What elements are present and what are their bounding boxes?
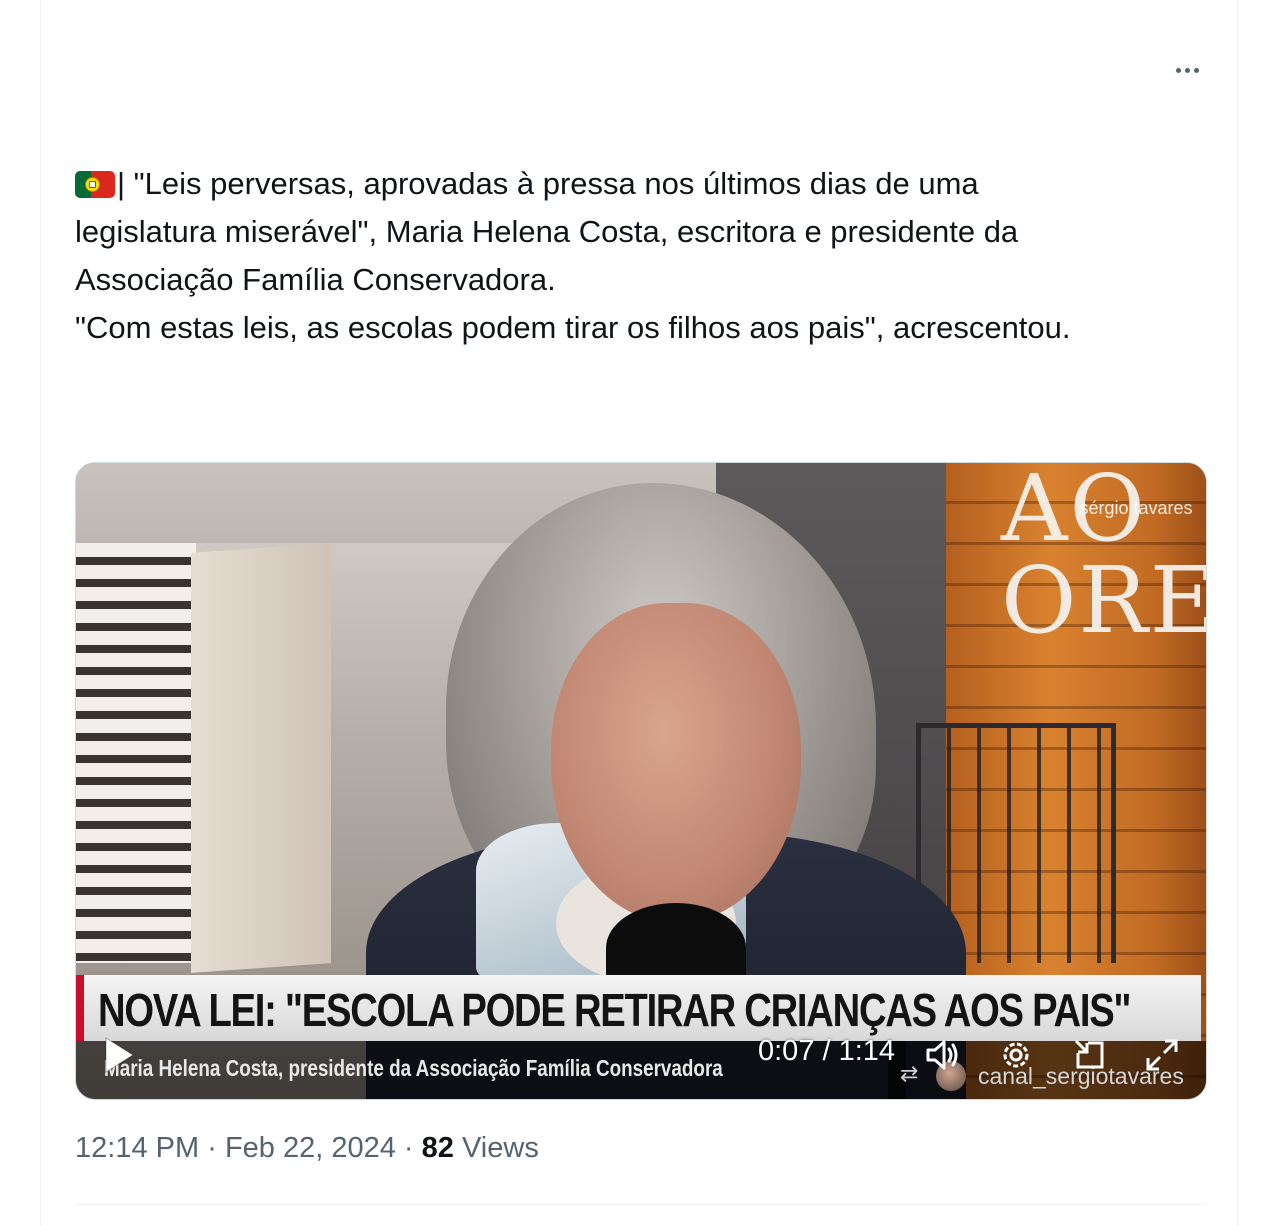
tweet-text-line: legislatura miserável", Maria Helena Cos…: [75, 214, 1019, 249]
tweet-text: | "Leis perversas, aprovadas à pressa no…: [75, 160, 1205, 352]
tweet-date[interactable]: Feb 22, 2024: [225, 1132, 396, 1164]
play-icon: [105, 1037, 134, 1073]
settings-button[interactable]: [996, 1035, 1036, 1075]
portugal-flag-icon: [75, 171, 115, 198]
video-time: 0:07 / 1:14: [758, 1035, 896, 1067]
more-options-button[interactable]: [1169, 52, 1205, 88]
speaker-face: [551, 603, 801, 923]
meta-separator: ·: [207, 1132, 217, 1164]
tweet-meta: 12:14 PM · Feb 22, 2024 · 82 Views: [75, 1132, 539, 1165]
video-player[interactable]: AO ORE sérgio tavares NOVA LEI: "ESCOLA …: [75, 462, 1207, 1100]
fullscreen-button[interactable]: [1142, 1035, 1182, 1075]
tweet-card: | "Leis perversas, aprovadas à pressa no…: [40, 0, 1238, 1226]
store-sign: AO ORE: [1001, 462, 1207, 654]
views-count: 82: [421, 1132, 454, 1164]
tweet-text-line: "Com estas leis, as escolas podem tirar …: [75, 310, 1071, 345]
views-label: Views: [461, 1132, 539, 1164]
meta-separator: ·: [403, 1132, 414, 1164]
picture-in-picture-icon: [1074, 1039, 1104, 1069]
fullscreen-icon: [1146, 1039, 1178, 1071]
gear-icon: [1003, 1042, 1029, 1068]
video-controls: 0:07 / 1:14: [76, 1025, 1206, 1085]
tweet-time[interactable]: 12:14 PM: [75, 1132, 199, 1164]
tweet-text-line: | "Leis perversas, aprovadas à pressa no…: [75, 160, 1205, 208]
play-button[interactable]: [102, 1035, 136, 1075]
video-watermark: sérgio tavares: [1079, 498, 1193, 518]
more-horizontal-icon: [1175, 67, 1199, 73]
volume-icon: [926, 1040, 958, 1070]
volume-button[interactable]: [922, 1035, 962, 1075]
picture-in-picture-button[interactable]: [1070, 1035, 1110, 1075]
divider: [75, 1204, 1207, 1205]
tweet-text-line: Associação Família Conservadora.: [75, 262, 556, 297]
